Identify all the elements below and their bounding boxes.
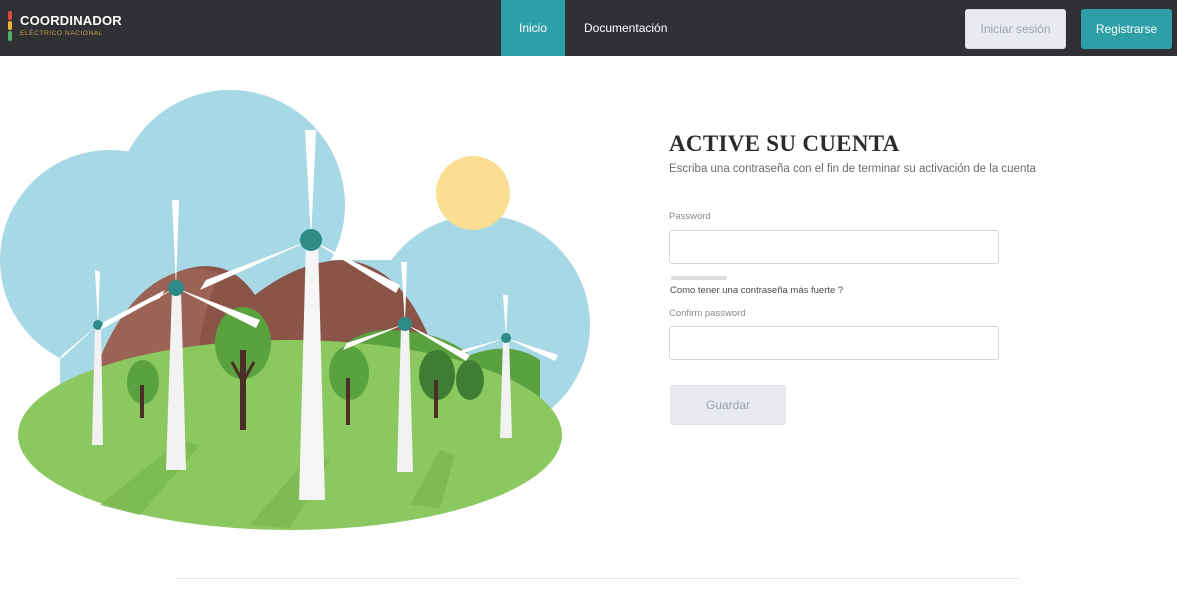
sun-icon xyxy=(436,156,510,230)
wind-turbines-illustration xyxy=(0,90,590,530)
nav-item-inicio[interactable]: Inicio xyxy=(501,0,565,56)
logo-mark-icon xyxy=(6,11,15,41)
login-button[interactable]: Iniciar sesión xyxy=(965,9,1066,49)
confirm-password-label: Confirm password xyxy=(669,308,746,319)
nav-item-documentacion[interactable]: Documentación xyxy=(568,0,688,56)
page-title: ACTIVE SU CUENTA xyxy=(669,131,900,156)
confirm-password-input[interactable] xyxy=(669,326,999,360)
footer-divider xyxy=(176,578,1019,579)
brand-name: COORDINADOR xyxy=(20,13,122,28)
brand-subtitle: ELÉCTRICO NACIONAL xyxy=(20,30,104,37)
password-input[interactable] xyxy=(669,230,999,264)
register-button[interactable]: Registrarse xyxy=(1081,9,1172,49)
page-subtitle: Escriba una contraseña con el fin de ter… xyxy=(669,163,1036,175)
save-button[interactable]: Guardar xyxy=(670,385,786,425)
password-strength-meter xyxy=(671,276,727,280)
password-strength-help-link[interactable]: Como tener una contraseña más fuerte ? xyxy=(670,285,843,296)
top-navbar: COORDINADOR ELÉCTRICO NACIONAL Inicio Do… xyxy=(0,0,1177,56)
password-label: Password xyxy=(669,211,711,222)
brand-logo[interactable]: COORDINADOR ELÉCTRICO NACIONAL xyxy=(6,9,136,45)
